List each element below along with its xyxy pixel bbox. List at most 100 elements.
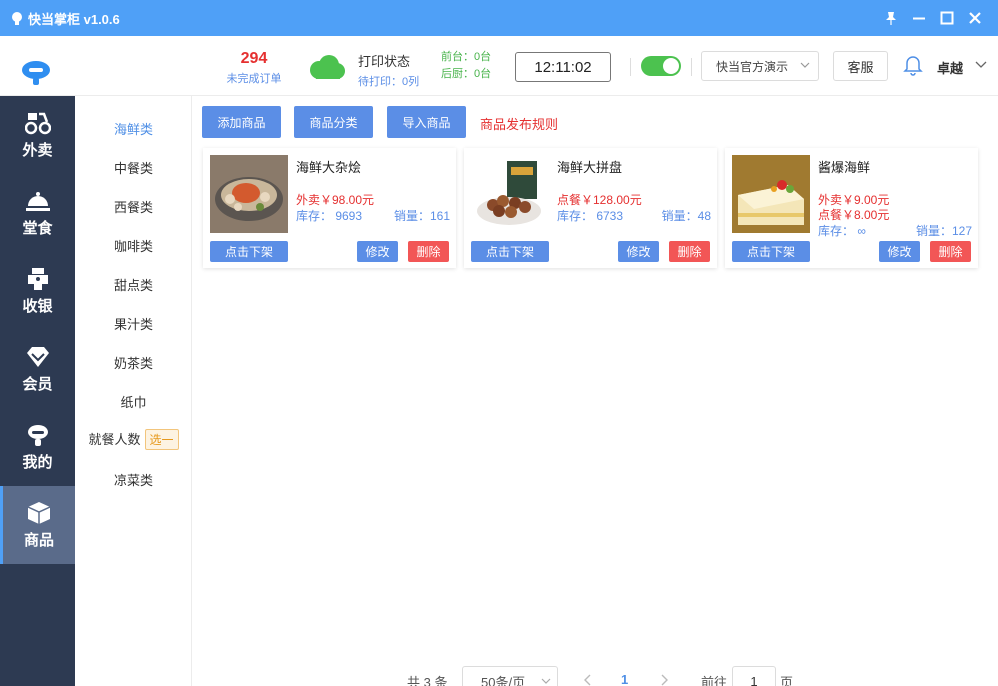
delete-button[interactable]: 删除 — [408, 241, 449, 262]
page-size-select[interactable]: 50条/页 — [462, 666, 558, 686]
category-item[interactable]: 奶茶类 — [75, 353, 192, 372]
product-name: 酱爆海鲜 — [818, 160, 871, 175]
chevron-down-icon — [800, 62, 810, 68]
category-item-diners[interactable]: 就餐人数 选一 — [75, 429, 192, 450]
main-nav: 外卖 堂食 收银 会员 我的 商品 — [0, 96, 75, 686]
category-item[interactable]: 纸巾 — [75, 392, 192, 411]
category-item[interactable]: 海鲜类 — [75, 119, 192, 138]
member-icon — [26, 346, 49, 367]
edit-button[interactable]: 修改 — [357, 241, 398, 262]
customer-service-button[interactable]: 客服 — [833, 51, 888, 81]
nav-item-member[interactable]: 会员 — [0, 330, 75, 408]
store-select-value: 快当官方演示 — [716, 59, 789, 74]
app-logo-icon — [12, 12, 22, 25]
edit-button[interactable]: 修改 — [879, 241, 920, 262]
product-price: 外卖￥98.00元 — [296, 193, 375, 207]
take-down-button[interactable]: 点击下架 — [210, 241, 288, 262]
product-price: 点餐￥128.00元 — [557, 193, 642, 207]
close-icon[interactable] — [968, 11, 982, 25]
user-name[interactable]: 卓越 — [937, 58, 963, 77]
divider — [691, 58, 692, 76]
clock: 12:11:02 — [515, 52, 611, 82]
nav-item-delivery[interactable]: 外卖 — [0, 96, 75, 174]
page-size-value: 50条/页 — [481, 674, 526, 686]
chevron-down-icon[interactable] — [975, 60, 987, 70]
product-card: 海鲜大杂烩 外卖￥98.00元 库存： 9693 销量：161 点击下架 修改 … — [203, 148, 456, 268]
pin-icon[interactable] — [884, 11, 898, 25]
category-item[interactable]: 甜点类 — [75, 275, 192, 294]
product-stock: 库存： 9693 — [296, 209, 363, 223]
product-name: 海鲜大拼盘 — [557, 160, 623, 175]
front-desk-printers: 前台：0台 — [441, 51, 492, 63]
delivery-icon — [24, 112, 51, 134]
cashier-icon — [27, 267, 48, 290]
store-select[interactable]: 快当官方演示 — [701, 51, 819, 81]
print-pending: 待打印：0列 — [358, 76, 420, 88]
product-name: 海鲜大杂烩 — [296, 160, 362, 175]
bell-icon[interactable] — [903, 54, 923, 76]
kitchen-printers: 后厨：0台 — [441, 68, 492, 80]
delete-button[interactable]: 删除 — [930, 241, 971, 262]
prev-page-icon[interactable] — [583, 674, 593, 686]
category-label: 就餐人数 — [88, 432, 141, 447]
nav-item-dine-in[interactable]: 堂食 — [0, 174, 75, 252]
nav-item-products[interactable]: 商品 — [0, 486, 75, 564]
import-product-button[interactable]: 导入商品 — [387, 106, 466, 138]
window-controls — [884, 0, 982, 36]
product-sales: 销量：48 — [661, 209, 711, 223]
profile-icon — [27, 424, 48, 446]
print-status-title: 打印状态 — [358, 54, 411, 69]
next-page-icon[interactable] — [659, 674, 669, 686]
nav-label: 商品 — [23, 531, 54, 549]
header-bar: 294 未完成订单 打印状态 待打印：0列 前台：0台 后厨：0台 12:11:… — [0, 36, 998, 96]
pending-orders-count: 294 — [240, 50, 268, 67]
nav-label: 外卖 — [22, 141, 53, 159]
category-item[interactable]: 中餐类 — [75, 158, 192, 177]
auto-accept-toggle[interactable] — [641, 56, 681, 76]
dine-in-icon — [25, 191, 50, 211]
page-unit-label: 页 — [780, 675, 794, 686]
product-box-icon — [27, 501, 51, 524]
product-sales: 销量：161 — [393, 209, 450, 223]
goto-page-input[interactable] — [732, 666, 776, 686]
product-stock: 库存： 6733 — [557, 209, 624, 223]
product-card: 酱爆海鲜 外卖￥9.00元 点餐￥8.00元 库存： ∞ 销量：127 点击下架… — [725, 148, 978, 268]
nav-item-cashier[interactable]: 收银 — [0, 252, 75, 330]
page-number-current[interactable]: 1 — [621, 672, 628, 686]
category-list: 海鲜类 中餐类 西餐类 咖啡类 甜点类 果汁类 奶茶类 纸巾 就餐人数 选一 凉菜… — [75, 96, 192, 686]
title-bar: 快当掌柜 v1.0.6 — [0, 0, 998, 36]
category-item[interactable]: 西餐类 — [75, 197, 192, 216]
product-image — [471, 155, 549, 233]
nav-label: 堂食 — [22, 219, 53, 237]
product-image — [732, 155, 810, 233]
product-category-button[interactable]: 商品分类 — [294, 106, 373, 138]
category-item[interactable]: 凉菜类 — [75, 470, 192, 489]
goto-label: 前往 — [701, 675, 728, 686]
cloud-icon — [310, 55, 345, 79]
category-item[interactable]: 果汁类 — [75, 314, 192, 333]
nav-label: 收银 — [22, 297, 53, 315]
category-item[interactable]: 咖啡类 — [75, 236, 192, 255]
brand-mascot-icon — [22, 61, 50, 85]
publish-rules-link[interactable]: 商品发布规则 — [480, 114, 558, 133]
pagination-total: 共 3 条 — [407, 675, 448, 686]
product-stock: 库存： ∞ — [818, 224, 866, 238]
nav-label: 我的 — [22, 453, 53, 471]
edit-button[interactable]: 修改 — [618, 241, 659, 262]
take-down-button[interactable]: 点击下架 — [471, 241, 549, 262]
product-price: 点餐￥8.00元 — [818, 208, 890, 222]
delete-button[interactable]: 删除 — [669, 241, 710, 262]
nav-label: 会员 — [22, 375, 53, 393]
product-card: 海鲜大拼盘 点餐￥128.00元 库存： 6733 销量：48 点击下架 修改 … — [464, 148, 717, 268]
nav-item-profile[interactable]: 我的 — [0, 408, 75, 486]
window-title: 快当掌柜 v1.0.6 — [28, 11, 120, 27]
add-product-button[interactable]: 添加商品 — [202, 106, 281, 138]
product-sales: 销量：127 — [915, 224, 972, 238]
maximize-icon[interactable] — [940, 11, 954, 25]
take-down-button[interactable]: 点击下架 — [732, 241, 810, 262]
chevron-down-icon — [541, 678, 551, 684]
pending-orders[interactable]: 294 未完成订单 — [222, 50, 286, 86]
minimize-icon[interactable] — [912, 11, 926, 25]
printer-counters: 前台：0台 后厨：0台 — [441, 49, 491, 83]
divider — [630, 58, 631, 76]
